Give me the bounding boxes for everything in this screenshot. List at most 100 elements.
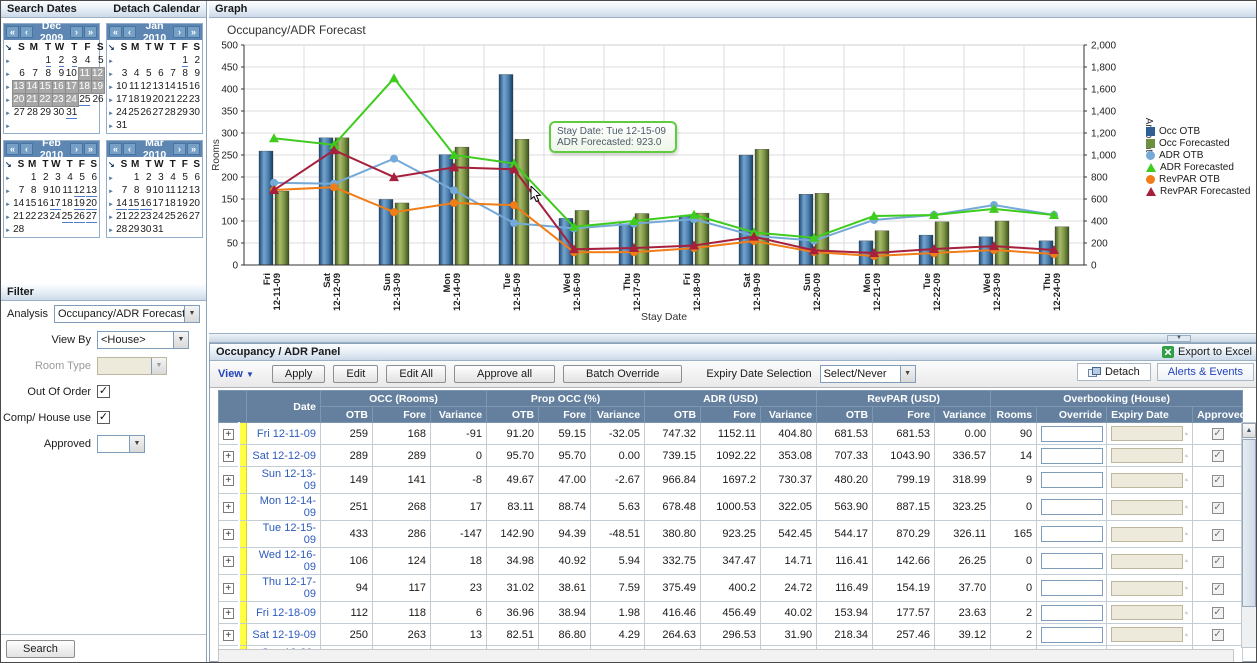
calendar-day[interactable]: 27	[189, 210, 201, 223]
override-input[interactable]	[1041, 472, 1103, 488]
calendar-day[interactable]: 20	[189, 197, 201, 210]
bar-occ-otb[interactable]	[739, 155, 753, 265]
calendar-day[interactable]: 26	[91, 93, 104, 106]
calendar-day[interactable]: 23	[140, 210, 152, 223]
calendar-day[interactable]: 2	[52, 54, 65, 67]
override-input[interactable]	[1041, 580, 1103, 596]
calendar-day[interactable]: 24	[116, 106, 128, 119]
calendar-day[interactable]: 23	[37, 210, 49, 223]
calendar-day[interactable]: 17	[153, 197, 165, 210]
expand-row-button[interactable]: +	[223, 583, 234, 594]
detach-calendar-button[interactable]: Detach Calendar	[113, 3, 200, 15]
next-month-icon[interactable]: ›	[70, 143, 83, 155]
calendar-day[interactable]: 6	[13, 67, 26, 80]
week-arrow-icon[interactable]: ►	[108, 85, 114, 91]
chevron-down-icon[interactable]: ▼	[184, 306, 199, 322]
bar-occ-forecasted[interactable]	[755, 149, 769, 265]
select-week-icon[interactable]: ↘	[5, 43, 12, 52]
calendar-day[interactable]: 9	[140, 184, 152, 197]
approved-checkbox[interactable]: ✓	[1212, 428, 1224, 440]
calendar-day[interactable]: 22	[25, 210, 37, 223]
approved-checkbox[interactable]: ✓	[1212, 583, 1224, 595]
calendar-day[interactable]: 17	[50, 197, 62, 210]
calendar-day[interactable]: 28	[165, 106, 177, 119]
export-to-excel-button[interactable]: Export to Excel	[1162, 346, 1252, 358]
comp-house-checkbox[interactable]: ✓	[97, 411, 110, 424]
expiry-date-input[interactable]	[1111, 527, 1183, 542]
approved-select[interactable]: ▼	[97, 435, 145, 453]
calendar-day[interactable]: 5	[177, 171, 189, 184]
expiry-date-input[interactable]	[1111, 554, 1183, 569]
week-arrow-icon[interactable]: ►	[108, 189, 114, 195]
occupancy-adr-chart[interactable]: Occupancy/ADR Forecast050100150200250300…	[209, 18, 1256, 333]
approved-checkbox[interactable]: ✓	[1212, 556, 1224, 568]
analysis-select[interactable]: Occupancy/ADR Forecast ▼	[54, 305, 200, 323]
calendar-day[interactable]: 5	[91, 54, 104, 67]
week-arrow-icon[interactable]: ►	[108, 59, 114, 65]
calendar-day[interactable]: 24	[153, 210, 165, 223]
bar-occ-forecasted[interactable]	[1055, 227, 1069, 265]
week-arrow-icon[interactable]: ►	[5, 202, 11, 208]
calendar-day[interactable]: 6	[153, 67, 165, 80]
expiry-calendar-icon[interactable]	[1185, 527, 1188, 541]
week-arrow-icon[interactable]: ►	[5, 111, 11, 117]
calendar-day[interactable]: 4	[62, 171, 74, 184]
chart-area[interactable]: Occupancy/ADR Forecast050100150200250300…	[209, 18, 1257, 333]
calendar-day[interactable]: 4	[128, 67, 140, 80]
calendar-day[interactable]: 11	[165, 184, 177, 197]
scroll-up-arrow[interactable]: ▲	[1242, 423, 1256, 438]
week-arrow-icon[interactable]: ►	[5, 85, 11, 91]
calendar-day[interactable]: 6	[86, 171, 98, 184]
prev-month-icon[interactable]: ‹	[123, 143, 136, 155]
calendar-day[interactable]: 22	[39, 93, 52, 106]
calendar-day[interactable]: 27	[86, 210, 98, 223]
week-arrow-icon[interactable]: ►	[5, 215, 11, 221]
override-input[interactable]	[1041, 448, 1103, 464]
bar-occ-otb[interactable]	[259, 151, 273, 265]
approved-checkbox[interactable]: ✓	[1212, 475, 1224, 487]
week-arrow-icon[interactable]: ►	[5, 176, 11, 182]
calendar-day[interactable]: 25	[78, 93, 91, 106]
calendar-day[interactable]: 7	[165, 67, 177, 80]
calendar-day[interactable]: 28	[26, 106, 39, 119]
calendar-day[interactable]: 12	[177, 184, 189, 197]
calendar-day[interactable]: 21	[116, 210, 128, 223]
expiry-date-input[interactable]	[1111, 627, 1183, 642]
calendar-day[interactable]: 5	[74, 171, 86, 184]
calendar-day[interactable]: 16	[37, 197, 49, 210]
calendar-day[interactable]: 13	[86, 184, 98, 197]
select-week-icon[interactable]: ↘	[108, 160, 115, 169]
calendar-day[interactable]: 16	[140, 197, 152, 210]
marker-revpar-otb[interactable]	[330, 183, 338, 191]
expiry-calendar-icon[interactable]	[1185, 500, 1188, 514]
calendar-day[interactable]: 19	[140, 93, 152, 106]
calendar-day[interactable]: 1	[25, 171, 37, 184]
next-year-icon[interactable]: »	[84, 26, 97, 38]
calendar-day[interactable]: 2	[37, 171, 49, 184]
calendar-day[interactable]: 18	[165, 197, 177, 210]
calendar-day[interactable]: 8	[177, 67, 189, 80]
select-week-icon[interactable]: ↘	[108, 43, 115, 52]
calendar-day[interactable]: 10	[116, 80, 128, 93]
edit-all-button[interactable]: Edit All	[386, 365, 446, 383]
approved-checkbox[interactable]: ✓	[1212, 502, 1224, 514]
calendar-day[interactable]: 8	[39, 67, 52, 80]
week-arrow-icon[interactable]: ►	[108, 124, 114, 130]
search-button[interactable]: Search	[6, 640, 75, 658]
expiry-calendar-icon[interactable]	[1185, 473, 1188, 487]
calendar-day[interactable]: 19	[177, 197, 189, 210]
out-of-order-checkbox[interactable]: ✓	[97, 385, 110, 398]
prev-year-icon[interactable]: «	[6, 143, 19, 155]
override-input[interactable]	[1041, 499, 1103, 515]
next-year-icon[interactable]: »	[187, 26, 200, 38]
approved-checkbox[interactable]: ✓	[1212, 450, 1224, 462]
calendar-day[interactable]: 13	[153, 80, 165, 93]
calendar-day[interactable]: 10	[153, 184, 165, 197]
calendar-day[interactable]: 3	[116, 67, 128, 80]
calendar-day[interactable]: 14	[26, 80, 39, 93]
expiry-calendar-icon[interactable]	[1185, 606, 1188, 620]
next-month-icon[interactable]: ›	[70, 26, 83, 38]
calendar-day[interactable]: 27	[153, 106, 165, 119]
calendar-day[interactable]: 15	[25, 197, 37, 210]
week-arrow-icon[interactable]: ►	[5, 124, 11, 130]
